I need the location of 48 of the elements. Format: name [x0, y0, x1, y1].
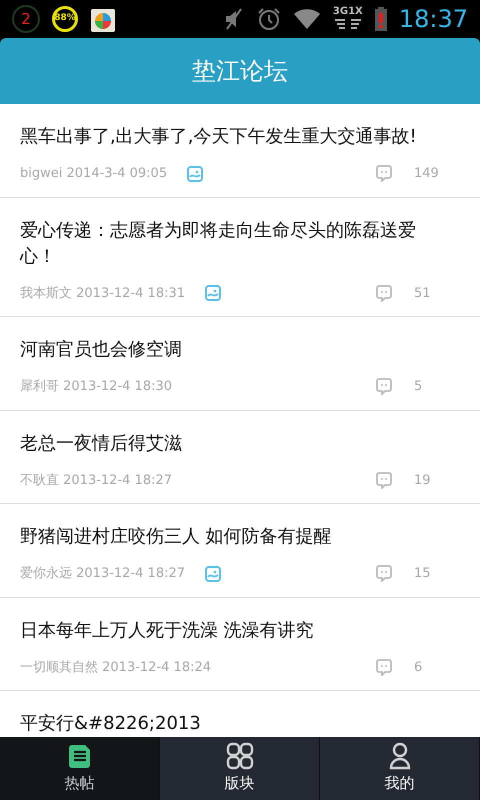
- person-icon: [388, 742, 410, 770]
- post-title: 野猪闯进村庄咬伤三人 如何防备有提醒: [20, 525, 333, 549]
- comment-icon: [376, 565, 392, 582]
- reply-count: 149: [414, 165, 436, 183]
- image-icon: [187, 166, 204, 182]
- post-author-time: 爱你永远 2013-12-4 18:27: [20, 565, 186, 583]
- notification-counter: 2: [12, 5, 40, 33]
- post-item[interactable]: 黑车出事了,出大事了,今天下午发生重大交通事故! bigwei 2014-3-4 09:05 149: [0, 104, 480, 198]
- comment-icon: [376, 378, 392, 396]
- post-author-time: 不耿直 2013-12-4 18:27: [20, 472, 172, 490]
- post-title: 黑车出事了,出大事了,今天下午发生重大交通事故!: [20, 125, 418, 149]
- post-title: 老总一夜情后得艾滋: [20, 432, 183, 456]
- image-icon: [205, 285, 222, 302]
- post-title: 日本每年上万人死于洗澡 洗澡有讲究: [20, 618, 315, 642]
- reply-count: 19: [414, 472, 432, 490]
- comment-icon: [376, 658, 392, 676]
- tab[interactable]: 热帖: [0, 737, 160, 800]
- battery-saver-indicator: 88%: [52, 6, 78, 32]
- image-icon: [205, 566, 222, 582]
- post-item[interactable]: 老总一夜情后得艾滋 不耿直 2013-12-4 18:27 19: [0, 410, 480, 504]
- clock-time: 18:37: [398, 4, 468, 35]
- post-item[interactable]: 河南官员也会修空调 犀利哥 2013-12-4 18:30 5: [0, 317, 480, 410]
- post-title: 平安行&#8226;2013: [20, 712, 202, 736]
- reply-count: 51: [414, 284, 432, 302]
- tab[interactable]: 版块: [160, 737, 320, 800]
- post-author-time: 我本斯文 2013-12-4 18:31: [20, 284, 186, 302]
- post-author-time: 犀利哥 2013-12-4 18:30: [20, 378, 172, 396]
- network-type: 3G1X: [332, 7, 363, 17]
- comment-icon: [376, 284, 392, 302]
- wifi-icon: [292, 8, 321, 30]
- tab[interactable]: 我的: [320, 737, 480, 800]
- signal-icon: [332, 17, 363, 31]
- low-battery-icon: [374, 7, 387, 31]
- reply-count: 5: [414, 378, 424, 396]
- comment-icon: [376, 165, 392, 182]
- post-item[interactable]: 日本每年上万人死于洗澡 洗澡有讲究 一切顺其自然 2013-12-4 18:24 6: [0, 598, 480, 691]
- reply-count: 15: [414, 565, 432, 583]
- grid-icon: [226, 742, 254, 770]
- post-title: 河南官员也会修空调: [20, 338, 183, 362]
- alarm-clock-icon: [256, 7, 281, 31]
- reply-count: 6: [414, 658, 424, 676]
- post-author-time: 一切顺其自然 2013-12-4 18:24: [20, 658, 212, 676]
- post-author-time: bigwei 2014-3-4 09:05: [20, 165, 168, 183]
- post-title: 爱心传递：志愿者为即将走向生命尽头的陈磊送爱心！: [20, 218, 417, 268]
- post-item[interactable]: 野猪闯进村庄咬伤三人 如何防备有提醒 爱你永远 2013-12-4 18:27 15: [0, 504, 480, 598]
- header-title: 垫江论坛: [192, 56, 288, 87]
- post-item[interactable]: 爱心传递：志愿者为即将走向生命尽头的陈磊送爱心！ 我本斯文 2013-12-4 18:31 51: [0, 198, 480, 317]
- comment-icon: [376, 472, 392, 489]
